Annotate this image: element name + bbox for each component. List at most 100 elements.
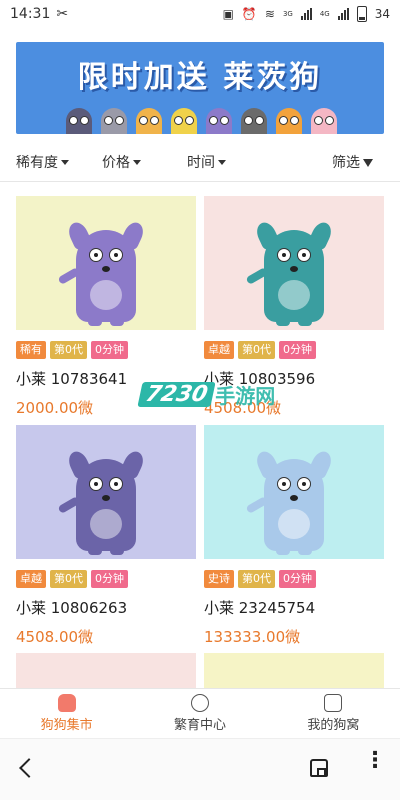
dog-nose — [102, 266, 110, 272]
dog-tags: 卓越 第0代 0分钟 — [16, 570, 196, 588]
dog-foot — [298, 547, 312, 555]
back-icon[interactable] — [19, 758, 39, 778]
caret-down-icon — [218, 160, 226, 165]
signal-3g-icon — [300, 8, 312, 20]
caret-down-icon — [61, 160, 69, 165]
banner-dogs-illustration — [16, 98, 384, 134]
filter-button[interactable]: 筛选 — [332, 152, 373, 172]
dog-thumbnail — [16, 425, 196, 559]
filter-time[interactable]: 时间 — [187, 152, 226, 172]
filter-rarity-label: 稀有度 — [16, 154, 58, 171]
banner-dog — [171, 108, 197, 134]
dog-foot — [110, 547, 124, 555]
dog-illustration — [245, 219, 335, 326]
status-icons: ▣ ⏰ ≋ 3G 4G 34 — [223, 6, 390, 22]
banner-title: 限时加送 莱茨狗 — [77, 60, 323, 95]
cooldown-tag: 0分钟 — [279, 341, 316, 359]
profile-icon — [324, 694, 343, 712]
dog-belly — [278, 509, 310, 539]
filter-price-label: 价格 — [102, 154, 130, 171]
dog-thumbnail — [16, 196, 196, 330]
dog-thumbnail — [16, 653, 196, 688]
banner-dog — [206, 108, 232, 134]
tab-breeding-center[interactable]: 繁育中心 — [133, 689, 266, 738]
dog-eye — [297, 248, 311, 262]
dog-eye — [89, 248, 103, 262]
signal-3g-label: 3G — [282, 10, 293, 18]
dog-nose — [290, 495, 298, 501]
bottom-tab-bar: 狗狗集市 繁育中心 我的狗窝 — [0, 688, 400, 738]
alarm-icon: ⏰ — [241, 7, 257, 21]
cooldown-tag: 0分钟 — [91, 341, 128, 359]
vibrate-icon: ▣ — [222, 7, 234, 21]
dog-illustration — [57, 219, 147, 326]
dog-card[interactable]: 卓越 第0代 0分钟 小莱 10806263 4508.00微 — [16, 425, 196, 647]
status-time: 14:31 — [10, 6, 51, 22]
generation-tag: 第0代 — [238, 570, 275, 588]
signal-4g-icon — [337, 8, 349, 20]
banner-dog — [276, 108, 302, 134]
tab-label: 狗狗集市 — [40, 718, 93, 733]
dog-card[interactable] — [16, 653, 196, 688]
rarity-tag: 卓越 — [16, 570, 46, 588]
tab-dog-market[interactable]: 狗狗集市 — [0, 689, 133, 738]
dog-foot — [88, 547, 102, 555]
tab-label: 繁育中心 — [173, 718, 226, 733]
dog-thumbnail — [204, 196, 384, 330]
dog-tags: 稀有 第0代 0分钟 — [16, 341, 196, 359]
watermark-number: 7230 — [137, 382, 216, 407]
dog-thumbnail — [204, 653, 384, 688]
rarity-tag: 稀有 — [16, 341, 46, 359]
generation-tag: 第0代 — [238, 341, 275, 359]
dog-belly — [90, 509, 122, 539]
dog-eye — [297, 477, 311, 491]
signal-4g-label: 4G — [319, 10, 330, 18]
banner-dog — [311, 108, 337, 134]
dog-eye — [109, 248, 123, 262]
home-icon[interactable] — [310, 759, 328, 777]
dog-nose — [290, 266, 298, 272]
dog-illustration — [57, 448, 147, 555]
dog-name: 小莱 23245754 — [204, 599, 316, 617]
dog-card[interactable] — [204, 653, 384, 688]
caret-down-icon — [133, 160, 141, 165]
dog-belly — [90, 280, 122, 310]
banner-dog — [241, 108, 267, 134]
banner-dog — [66, 108, 92, 134]
funnel-icon — [363, 158, 373, 167]
battery-icon — [356, 6, 367, 22]
dog-eye — [109, 477, 123, 491]
dog-eye — [277, 248, 291, 262]
dog-eye — [89, 477, 103, 491]
filter-time-label: 时间 — [187, 154, 215, 171]
filter-price[interactable]: 价格 — [102, 152, 141, 172]
banner-dog — [136, 108, 162, 134]
dog-card[interactable]: 史诗 第0代 0分钟 小莱 23245754 133333.00微 — [204, 425, 384, 647]
generation-tag: 第0代 — [50, 341, 87, 359]
tab-my-kennel[interactable]: 我的狗窝 — [267, 689, 400, 738]
dog-belly — [278, 280, 310, 310]
dog-tags: 史诗 第0代 0分钟 — [204, 570, 384, 588]
promo-banner[interactable]: 限时加送 莱茨狗 — [16, 42, 384, 134]
cooldown-tag: 0分钟 — [279, 570, 316, 588]
watermark-text: 手游网 — [215, 384, 276, 408]
filter-rarity[interactable]: 稀有度 — [16, 152, 69, 172]
rarity-tag: 卓越 — [204, 341, 234, 359]
dog-name: 小莱 10806263 — [16, 599, 128, 617]
banner-dog — [101, 108, 127, 134]
dog-thumbnail — [204, 425, 384, 559]
dog-foot — [88, 318, 102, 326]
egg-icon — [190, 694, 209, 712]
dog-house-icon — [57, 694, 76, 712]
rarity-tag: 史诗 — [204, 570, 234, 588]
system-nav-bar: ⋮ — [0, 738, 400, 800]
more-icon[interactable]: ⋮ — [364, 750, 386, 772]
scissors-icon: ✂ — [56, 6, 69, 22]
dog-illustration — [245, 448, 335, 555]
cooldown-tag: 0分钟 — [91, 570, 128, 588]
dog-nose — [102, 495, 110, 501]
screen: 14:31 ✂ ▣ ⏰ ≋ 3G 4G 34 限时加送 莱茨狗 稀有度 价格 时… — [0, 0, 400, 800]
generation-tag: 第0代 — [50, 570, 87, 588]
dog-foot — [298, 318, 312, 326]
wifi-icon: ≋ — [264, 7, 275, 21]
